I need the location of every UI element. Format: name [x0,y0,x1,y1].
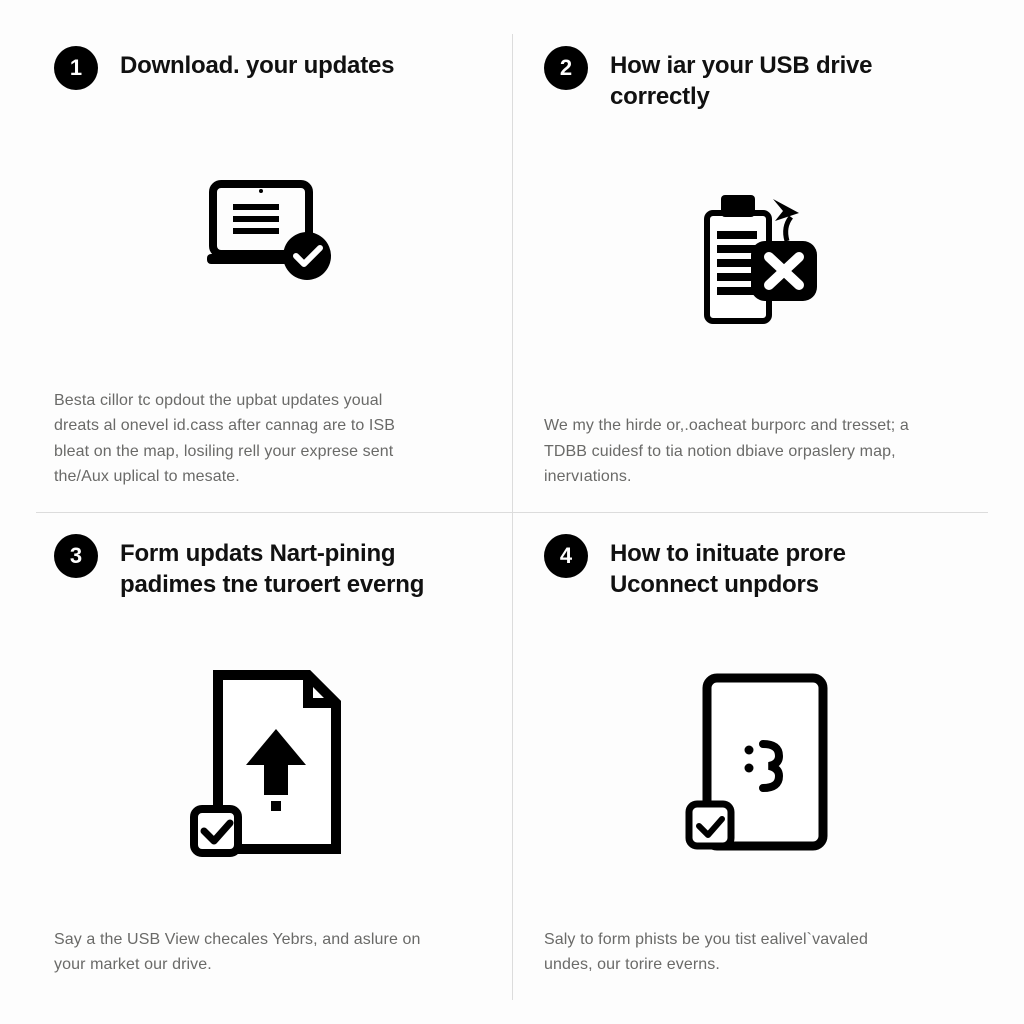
step-description: Say a the USB View checales Yebrs, and a… [54,921,424,996]
step-title: How iar your USB drive correctly [610,46,950,112]
step-icon-zone [54,96,484,382]
vertical-divider [512,34,513,1000]
document-code-check-icon [653,664,853,864]
step-title: How to inituate prore Uconnect unpdors [610,534,950,600]
step-header: 1 Download. your updates [54,46,484,90]
step-icon-zone [54,606,484,920]
step-icon-zone [544,606,962,920]
step-4: 4 How to inituate prore Uconnect unpdors… [512,518,990,1006]
step-number-badge: 1 [54,46,98,90]
step-description: Saly to form phists be you tist ealivel`… [544,921,914,996]
document-upload-check-icon [164,659,374,869]
step-title: Form updats Nart-pining padimes tne turo… [120,534,460,600]
usb-format-x-icon [673,183,833,343]
horizontal-divider [36,512,988,513]
step-3: 3 Form updats Nart-pining padimes tne tu… [34,518,512,1006]
step-header: 3 Form updats Nart-pining padimes tne tu… [54,534,484,600]
step-header: 2 How iar your USB drive correctly [544,46,962,112]
laptop-check-icon [189,174,349,304]
step-1: 1 Download. your updates Besta cillor tc… [34,30,512,518]
step-description: We my the hirde or,.oacheat burporc and … [544,407,914,508]
step-number-badge: 3 [54,534,98,578]
step-header: 4 How to inituate prore Uconnect unpdors [544,534,962,600]
step-2: 2 How iar your USB drive correctly [512,30,990,518]
step-icon-zone [544,118,962,407]
step-description: Besta cillor tc opdout the upbat updates… [54,382,424,508]
steps-grid: 1 Download. your updates Besta cillor tc… [0,0,1024,1024]
step-title: Download. your updates [120,46,394,81]
step-number-badge: 2 [544,46,588,90]
step-number-badge: 4 [544,534,588,578]
